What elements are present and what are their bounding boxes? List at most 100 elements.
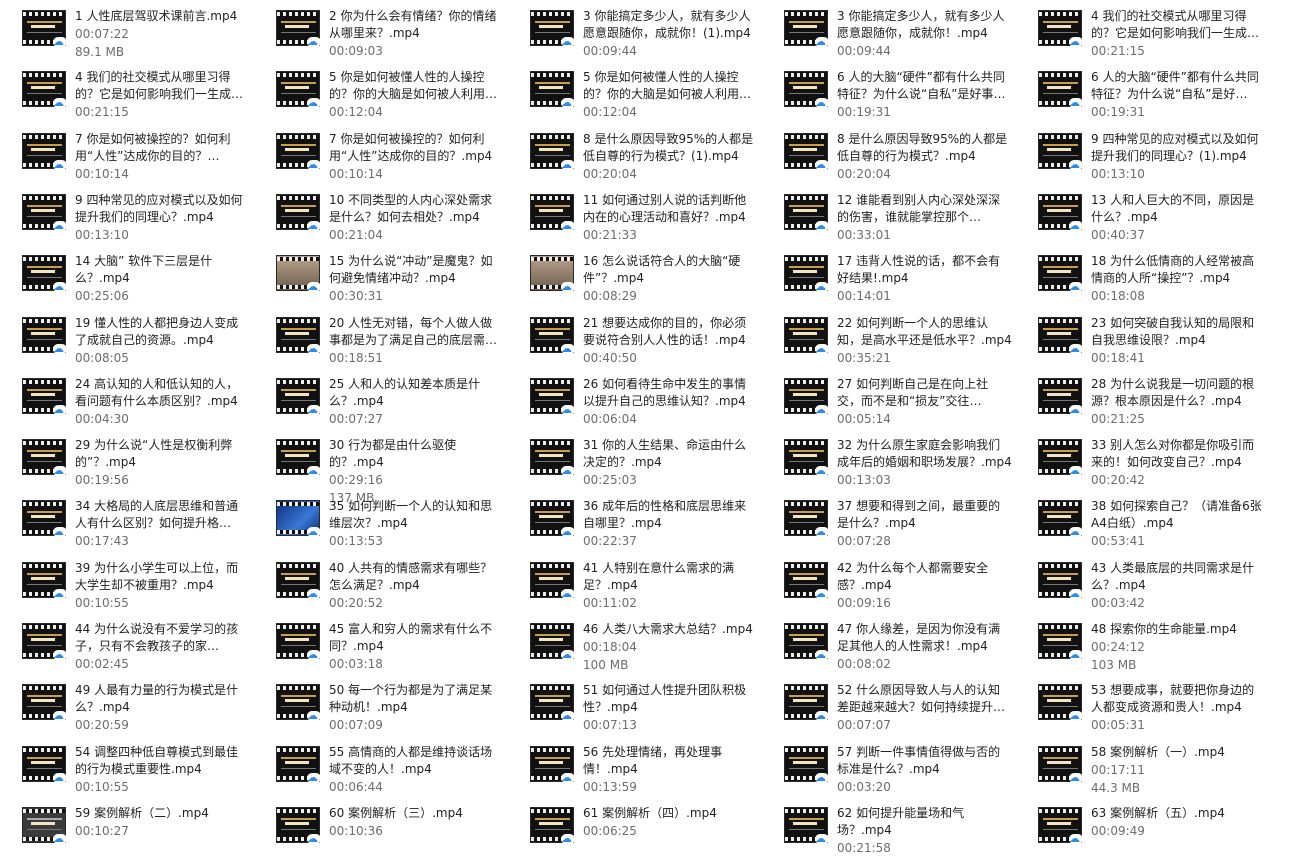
file-item[interactable]: ☁ 3 你能搞定多少人，就有多少人愿意跟随你，成就你！.mp4 00:09:44 [762,0,1012,60]
file-name: 26 如何看待生命中发生的事情以提升自己的思维认知？.mp4 [583,376,747,408]
file-item[interactable]: ☁ 8 是什么原因导致95%的人都是低自尊的行为模式？.mp4 00:20:04 [762,123,1012,183]
file-item[interactable]: ☁ 4 我们的社交模式从哪里习得的？它是如何影响我们一生成就的？.mp4 00:21… [0,61,250,121]
file-item[interactable]: ☁ 61 案例解析（四）.mp4 00:06:25 [508,797,758,857]
file-name: 21 想要达成你的目的，你必须要说符合别人人性的话！.mp4 [583,315,747,347]
file-duration: 00:18:04 [583,640,637,654]
file-item[interactable]: ☁ 55 高情商的人都是维持谈话场域不变的人！.mp4 00:06:44 [254,736,504,796]
file-item[interactable]: ☁ 50 每一个行为都是为了满足某种动机！.mp4 00:07:09 [254,674,504,734]
file-item[interactable]: ☁ 63 案例解析（五）.mp4 00:09:49 [1016,797,1266,857]
cloud-sync-icon: ☁ [53,465,67,477]
file-item[interactable]: ☁ 43 人类最底层的共同需求是什么？.mp4 00:03:42 [1016,552,1266,612]
file-item[interactable]: ☁ 9 四种常见的应对模式以及如何提升我们的同理心？.mp4 00:13:10 [0,184,250,244]
file-item[interactable]: ☁ 58 案例解析（一）.mp4 00:17:11 44.3 MB [1016,736,1266,796]
file-item[interactable]: ☁ 1 人性底层驾驭术课前言.mp4 00:07:22 89.1 MB [0,0,250,60]
file-item[interactable]: ☁ 34 大格局的人底层思维和普通人有什么区别？如何提升格局？.mp4 00:17:… [0,490,250,550]
cloud-sync-icon: ☁ [815,97,829,109]
file-size: 103 MB [1091,658,1137,672]
file-item[interactable]: ☁ 15 为什么说“冲动”是魔鬼？如何避免情绪冲动？.mp4 00:30:31 [254,245,504,305]
file-item[interactable]: ☁ 24 高认知的人和低认知的人，看问题有什么本质区别？.mp4 00:04:30 [0,368,250,428]
file-item[interactable]: ☁ 3 你能搞定多少人，就有多少人愿意跟随你，成就你！(1).mp4 00:09:4… [508,0,758,60]
file-name: 5 你是如何被懂人性的人操控的？你的大脑是如何被人利用的？(1).mp4 [329,70,486,102]
file-item[interactable]: ☁ 20 人性无对错，每个人做人做事都是为了满足自己的底层需求。.mp4 00:18… [254,307,504,367]
file-duration: 00:09:03 [329,44,383,58]
cloud-sync-icon: ☁ [307,343,321,354]
file-item[interactable]: ☁ 8 是什么原因导致95%的人都是低自尊的行为模式？(1).mp4 00:20:0… [508,123,758,183]
file-item[interactable]: ☁ 31 你的人生结果、命运由什么决定的？.mp4 00:25:03 [508,429,758,489]
file-item[interactable]: ☁ 6 人的大脑“硬件”都有什么共同特征？为什么说“自私”是好事？(1).mp4 0… [762,61,1012,121]
file-item[interactable]: ☁ 22 如何判断一个人的思维认知，是高水平还是低水平？.mp4 00:35:21 [762,307,1012,367]
file-item[interactable]: ☁ 17 违背人性说的话，都不会有好结果!.mp4 00:14:01 [762,245,1012,305]
file-name: 8 是什么原因导致95%的人都是低自尊的行为模式？(1).mp4 [583,131,754,163]
file-item[interactable]: ☁ 5 你是如何被懂人性的人操控的？你的大脑是如何被人利用的？.mp4 00:12:… [508,61,758,121]
file-item[interactable]: ☁ 42 为什么每个人都需要安全感？.mp4 00:09:16 [762,552,1012,612]
file-item[interactable]: ☁ 26 如何看待生命中发生的事情以提升自己的思维认知？.mp4 00:06:04 [508,368,758,428]
file-item[interactable]: ☁ 47 你人缘差，是因为你没有满足其他人的人性需求！.mp4 00:08:02 [762,613,1012,673]
file-item[interactable]: ☁ 49 人最有力量的行为模式是什么？.mp4 00:20:59 [0,674,250,734]
cloud-sync-icon: ☁ [561,833,575,844]
cloud-sync-icon: ☁ [307,526,321,538]
file-name: 50 每一个行为都是为了满足某种动机！.mp4 [329,683,493,715]
file-item[interactable]: ☁ 2 你为什么会有情绪？你的情绪从哪里来？.mp4 00:09:03 [254,0,504,60]
cloud-sync-icon: ☁ [1069,465,1083,477]
file-name: 60 案例解析（三）.mp4 [329,805,463,820]
file-item[interactable]: ☁ 54 调整四种低自尊模式到最佳的行为模式重要性.mp4 00:10:55 [0,736,250,796]
file-item[interactable]: ☁ 45 富人和穷人的需求有什么不同？.mp4 00:03:18 [254,613,504,673]
file-item[interactable]: ☁ 7 你是如何被操控的？如何利用“人性”达成你的目的？(1).mp4 00:10:… [0,123,250,183]
cloud-sync-icon: ☁ [561,526,575,538]
file-duration: 00:21:33 [583,227,637,242]
file-item[interactable]: ☁ 33 别人怎么对你都是你吸引而来的！如何改变自己？.mp4 00:20:42 [1016,429,1266,489]
file-item[interactable]: ☁ 11 如何通过别人说的话判断他内在的心理活动和喜好？.mp4 00:21:33 [508,184,758,244]
file-item[interactable]: ☁ 18 为什么低情商的人经常被高情商的人所“操控”？.mp4 00:18:08 [1016,245,1266,305]
file-item[interactable]: ☁ 40 人共有的情感需求有哪些？怎么满足？.mp4 00:20:52 [254,552,504,612]
file-name: 31 你的人生结果、命运由什么决定的？.mp4 [583,438,747,470]
file-item[interactable]: ☁ 9 四种常见的应对模式以及如何提升我们的同理心？(1).mp4 00:13:10 [1016,123,1266,183]
file-item[interactable]: ☁ 60 案例解析（三）.mp4 00:10:36 [254,797,504,857]
file-item[interactable]: ☁ 37 想要和得到之间，最重要的是什么？.mp4 00:07:28 [762,490,1012,550]
file-item[interactable]: ☁ 10 不同类型的人内心深处需求是什么？如何去相处？.mp4 00:21:04 [254,184,504,244]
file-name: 40 人共有的情感需求有哪些？怎么满足？.mp4 [329,560,493,592]
file-item[interactable]: ☁ 36 成年后的性格和底层思维来自哪里？.mp4 00:22:37 [508,490,758,550]
file-item[interactable]: ☁ 7 你是如何被操控的？如何利用“人性”达成你的目的？.mp4 00:10:14 [254,123,504,183]
file-name: 1 人性底层驾驭术课前言.mp4 [75,9,238,23]
file-duration: 00:07:27 [329,411,383,426]
file-item[interactable]: ☁ 5 你是如何被懂人性的人操控的？你的大脑是如何被人利用的？(1).mp4 00:… [254,61,504,121]
file-name: 25 人和人的认知差本质是什么？.mp4 [329,376,481,408]
cloud-sync-icon: ☁ [1069,220,1083,231]
file-item[interactable]: ☁ 23 如何突破自我认知的局限和自我思维设限？.mp4 00:18:41 [1016,307,1266,367]
file-item[interactable]: ☁ 21 想要达成你的目的，你必须要说符合别人人性的话！.mp4 00:40:50 [508,307,758,367]
file-item[interactable]: ☁ 25 人和人的认知差本质是什么？.mp4 00:07:27 [254,368,504,428]
file-item[interactable]: ☁ 35 如何判断一个人的认知和思维层次？.mp4 00:13:53 [254,490,504,550]
cloud-sync-icon: ☁ [815,833,829,844]
file-name: 33 别人怎么对你都是你吸引而来的！如何改变自己？.mp4 [1091,438,1255,470]
file-item[interactable]: ☁ 44 为什么说没有不爱学习的孩子，只有不会教孩子的家长？.mp4 00:02:4… [0,613,250,673]
file-item[interactable]: ☁ 4 我们的社交模式从哪里习得的？它是如何影响我们一生成就的？(1).mp4 00… [1016,0,1266,60]
file-item[interactable]: ☁ 14 大脑” 软件下三层是什么？.mp4 00:25:06 [0,245,250,305]
file-item[interactable]: ☁ 53 想要成事，就要把你身边的人都变成资源和贵人！.mp4 00:05:31 [1016,674,1266,734]
file-duration: 00:13:10 [75,227,129,242]
file-item[interactable]: ☁ 27 如何判断自己是在向上社交，而不是和“损友”交往呢？.mp4 00:05:1… [762,368,1012,428]
file-item[interactable]: ☁ 41 人特别在意什么需求的满足？.mp4 00:11:02 [508,552,758,612]
file-item[interactable]: ☁ 16 怎么说话符合人的大脑“硬件”？.mp4 00:08:29 [508,245,758,305]
file-item[interactable]: ☁ 46 人类八大需求大总结？.mp4 00:18:04 100 MB [508,613,758,673]
file-item[interactable]: ☁ 30 行为都是由什么驱使的？.mp4 00:29:16 137 MB [254,429,504,505]
file-item[interactable]: ☁ 52 什么原因导致人与人的认知差距越来越大？如何持续提升认知？.mp4 00:0… [762,674,1012,734]
file-item[interactable]: ☁ 19 懂人性的人都把身边人变成了成就自己的资源。.mp4 00:08:05 [0,307,250,367]
file-name: 13 人和人巨大的不同，原因是什么？.mp4 [1091,192,1255,224]
file-item[interactable]: ☁ 48 探索你的生命能量.mp4 00:24:12 103 MB [1016,613,1266,673]
file-item[interactable]: ☁ 13 人和人巨大的不同，原因是什么？.mp4 00:40:37 [1016,184,1266,244]
file-item[interactable]: ☁ 56 先处理情绪，再处理事情！.mp4 00:13:59 [508,736,758,796]
cloud-sync-icon: ☁ [1069,281,1083,293]
file-name: 16 怎么说话符合人的大脑“硬件”？.mp4 [583,254,741,286]
file-item[interactable]: ☁ 57 判断一件事情值得做与否的标准是什么？.mp4 00:03:20 [762,736,1012,796]
file-item[interactable]: ☁ 59 案例解析（二）.mp4 00:10:27 [0,797,250,857]
file-item[interactable]: ☁ 51 如何通过人性提升团队积极性？.mp4 00:07:13 [508,674,758,734]
cloud-sync-icon: ☁ [53,710,67,722]
file-item[interactable]: ☁ 28 为什么说我是一切问题的根源？根本原因是什么？.mp4 00:21:25 [1016,368,1266,428]
file-item[interactable]: ☁ 39 为什么小学生可以上位，而大学生却不被重用？.mp4 00:10:55 [0,552,250,612]
file-item[interactable]: ☁ 12 谁能看到别人内心深处深深的伤害，谁就能掌控那个人。.mp4 00:33:0… [762,184,1012,244]
file-item[interactable]: ☁ 6 人的大脑“硬件”都有什么共同特征？为什么说“自私”是好事？.mp4 00:1… [1016,61,1266,121]
file-item[interactable]: ☁ 29 为什么说“人性是权衡利弊的”？.mp4 00:19:56 [0,429,250,489]
file-item[interactable]: ☁ 38 如何探索自己？（请准备6张A4白纸）.mp4 00:53:41 [1016,490,1266,550]
file-item[interactable]: ☁ 32 为什么原生家庭会影响我们成年后的婚姻和职场发展？.mp4 00:13:03 [762,429,1012,489]
file-item[interactable]: ☁ 62 如何提升能量场和气场？.mp4 00:21:58 [762,797,1012,857]
